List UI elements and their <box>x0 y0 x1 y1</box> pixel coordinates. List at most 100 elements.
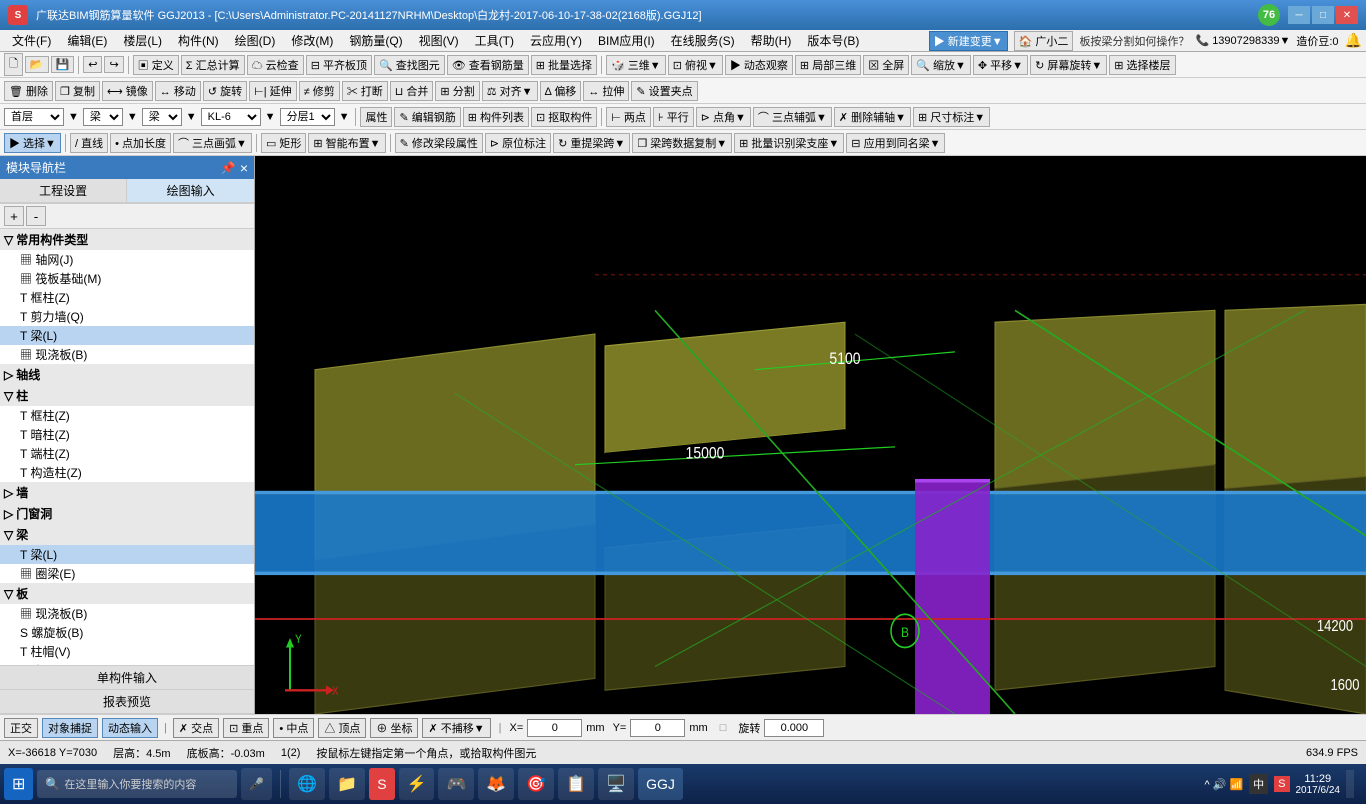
copy-span-btn[interactable]: ❐ 梁跨数据复制▼ <box>632 133 732 153</box>
parallel-btn[interactable]: ⊦ 平行 <box>653 107 694 127</box>
offset-btn[interactable]: Δ 偏移 <box>540 81 582 101</box>
batch-id-btn[interactable]: ⊞ 批量识别梁支座▼ <box>734 133 844 153</box>
menu-element[interactable]: 构件(N) <box>170 30 227 51</box>
mirror-btn[interactable]: ⟷ 镜像 <box>102 81 153 101</box>
merge-btn[interactable]: ⊔ 合并 <box>390 81 434 101</box>
point-len-btn[interactable]: • 点加长度 <box>110 133 171 153</box>
cortana-btn[interactable]: 🎤 <box>241 768 272 800</box>
app-btn-8[interactable]: 📋 <box>558 768 594 800</box>
menu-help[interactable]: 帮助(H) <box>743 30 800 51</box>
del-axis-btn[interactable]: ✗ 删除辅轴▼ <box>834 107 911 127</box>
grip-btn[interactable]: ✎ 设置夹点 <box>631 81 697 101</box>
tree-section-door[interactable]: ▷门窗洞 <box>0 503 254 524</box>
element-name-select[interactable]: 梁 <box>142 108 182 126</box>
batch-select-btn[interactable]: ⊞ 批量选择 <box>531 55 597 75</box>
dynamic-input-btn[interactable]: 动态输入 <box>102 718 158 738</box>
canvas-area[interactable]: 5100 15000 14200 1600 B Y X <box>255 156 1366 714</box>
arc3-btn[interactable]: ⌒ 三点辅弧▼ <box>753 107 832 127</box>
repick-span-btn[interactable]: ↻ 重提梁跨▼ <box>553 133 630 153</box>
intersection-snap-btn[interactable]: ✗ 交点 <box>173 718 219 738</box>
edit-rebar-btn[interactable]: ✎ 编辑钢筋 <box>394 107 460 127</box>
tree-expand-btn[interactable]: + <box>4 206 24 226</box>
rotate-input[interactable] <box>764 719 824 737</box>
align-btn[interactable]: ⚖ 对齐▼ <box>482 81 538 101</box>
menu-rebar[interactable]: 钢筋量(Q) <box>341 30 410 51</box>
orthogonal-snap-btn[interactable]: 正交 <box>4 718 38 738</box>
pan-btn[interactable]: ✥ 平移▼ <box>973 55 1028 75</box>
delete-btn[interactable]: 🗑 删除 <box>4 81 53 101</box>
search-bar[interactable]: 🔍 在这里输入你要搜索的内容 <box>37 770 237 798</box>
undo-btn[interactable]: ↩ <box>83 56 102 73</box>
vertex-snap-btn[interactable]: △ 顶点 <box>318 718 366 738</box>
cloud-check-btn[interactable]: ☁ 云检查 <box>247 55 304 75</box>
y-input[interactable] <box>630 719 685 737</box>
tree-item-cap[interactable]: T 柱帽(V) <box>0 642 254 661</box>
angle-btn[interactable]: ⊳ 点角▼ <box>696 107 751 127</box>
tree-item-grid[interactable]: ▦ 轴网(J) <box>0 250 254 269</box>
tree-item-az[interactable]: T 暗柱(Z) <box>0 425 254 444</box>
two-point-btn[interactable]: ⊢ 两点 <box>606 107 651 127</box>
find-elem-btn[interactable]: 🔍 查找图元 <box>374 55 445 75</box>
kl-select[interactable]: KL-6 <box>201 108 261 126</box>
tree-section-wall[interactable]: ▷墙 <box>0 482 254 503</box>
menu-cloud[interactable]: 云应用(Y) <box>522 30 590 51</box>
floor-select[interactable]: 首层 <box>4 108 64 126</box>
object-snap-btn[interactable]: 对象捕捉 <box>42 718 98 738</box>
flat-slab-btn[interactable]: ⊟ 平齐板顶 <box>306 55 372 75</box>
menu-file[interactable]: 文件(F) <box>4 30 59 51</box>
save-btn[interactable]: 💾 <box>51 56 75 73</box>
orig-annot-btn[interactable]: ⊳ 原位标注 <box>485 133 551 153</box>
tree-section-common[interactable]: ▽常用构件类型 <box>0 229 254 250</box>
apply-same-btn[interactable]: ⊟ 应用到同名梁▼ <box>846 133 945 153</box>
menu-online[interactable]: 在线服务(S) <box>663 30 743 51</box>
sidebar-pin-btn[interactable]: 📌 <box>221 160 236 176</box>
tree-section-beam[interactable]: ▽梁 <box>0 524 254 545</box>
check-rebar-btn[interactable]: 👁 查看钢筋量 <box>447 55 529 75</box>
show-desktop-btn[interactable] <box>1346 770 1354 798</box>
trim-btn[interactable]: ≠ 修剪 <box>299 81 340 101</box>
notification-icon[interactable]: 🔔 <box>1345 32 1362 49</box>
app-btn-1[interactable]: 🌐 <box>289 768 325 800</box>
project-settings-btn[interactable]: 工程设置 <box>0 179 127 203</box>
menu-floor[interactable]: 楼层(L) <box>115 30 170 51</box>
menu-edit[interactable]: 编辑(E) <box>59 30 115 51</box>
menu-version[interactable]: 版本号(B) <box>799 30 867 51</box>
element-type-select[interactable]: 梁 <box>83 108 123 126</box>
menu-view[interactable]: 视图(V) <box>411 30 467 51</box>
tree-section-plate[interactable]: ▽板 <box>0 583 254 604</box>
close-button[interactable]: ✕ <box>1336 6 1358 24</box>
copy-btn[interactable]: ❐ 复制 <box>55 81 100 101</box>
menu-modify[interactable]: 修改(M) <box>283 30 341 51</box>
start-btn[interactable]: ⊞ <box>4 768 33 800</box>
tree-item-kz[interactable]: T 框柱(Z) <box>0 406 254 425</box>
tree-item-beam[interactable]: T 梁(L) <box>0 326 254 345</box>
rect-btn[interactable]: ▭ 矩形 <box>261 133 306 153</box>
midpoint-snap-btn[interactable]: • 中点 <box>273 718 314 738</box>
summary-btn[interactable]: Σ 汇总计算 <box>181 55 245 75</box>
tree-item-dz[interactable]: T 端柱(Z) <box>0 444 254 463</box>
define-btn[interactable]: ▣ 定义 <box>133 55 179 75</box>
draw-input-btn[interactable]: 绘图输入 <box>127 179 254 203</box>
rotate-screen-btn[interactable]: ↻ 屏幕旋转▼ <box>1030 55 1107 75</box>
new-btn[interactable]: 🗋 <box>4 53 23 76</box>
select-btn[interactable]: ▶ 选择▼ <box>4 133 61 153</box>
app-btn-9[interactable]: 🖥️ <box>598 768 634 800</box>
menu-bim[interactable]: BIM应用(I) <box>590 30 663 51</box>
menu-draw[interactable]: 绘图(D) <box>227 30 284 51</box>
open-btn[interactable]: 📂 <box>25 56 49 73</box>
tree-item-ring-beam[interactable]: ▦ 圈梁(E) <box>0 564 254 583</box>
tree-section-col[interactable]: ▽柱 <box>0 385 254 406</box>
minimize-button[interactable]: ─ <box>1288 6 1310 24</box>
sidebar-close-btn[interactable]: × <box>240 160 248 176</box>
redo-btn[interactable]: ↪ <box>104 56 123 73</box>
3d-btn[interactable]: 🎲 三维▼ <box>606 55 666 75</box>
tray-clock[interactable]: 11:29 2017/6/24 <box>1296 773 1341 796</box>
smart-place-btn[interactable]: ⊞ 智能布置▼ <box>308 133 385 153</box>
tray-lang[interactable]: 中 <box>1249 774 1268 794</box>
move-btn[interactable]: ↔ 移动 <box>155 81 201 101</box>
menu-tools[interactable]: 工具(T) <box>467 30 522 51</box>
tree-collapse-btn[interactable]: - <box>26 206 46 226</box>
extend-btn[interactable]: ⊢| 延伸 <box>249 81 297 101</box>
tray-ime[interactable]: S <box>1274 776 1289 792</box>
tree-item-gcz[interactable]: T 构造柱(Z) <box>0 463 254 482</box>
